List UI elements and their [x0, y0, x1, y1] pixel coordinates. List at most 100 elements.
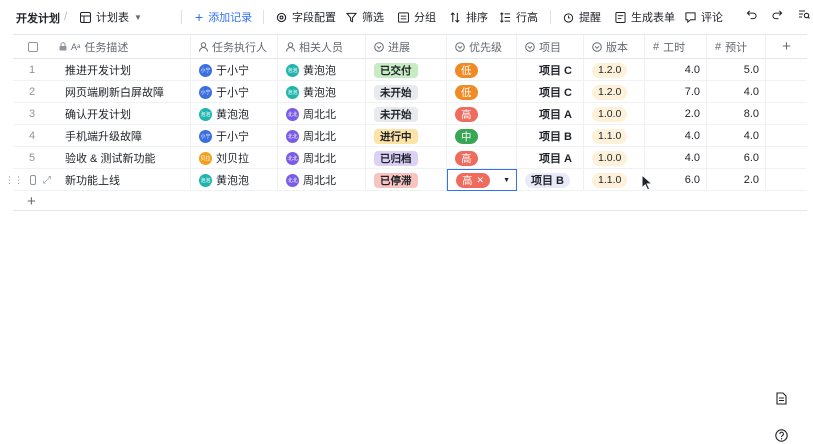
add-record-button[interactable]: + 添加记录 — [195, 9, 252, 25]
owner-cell[interactable]: 泡泡 黄泡泡 — [191, 169, 278, 191]
owner-cell[interactable]: 贝拉 刘贝拉 — [191, 147, 278, 169]
table-row[interactable]: 5 验收 & 测试新功能 贝拉 刘贝拉 北北 周北北 已归档 高 项目 A 1.… — [13, 147, 807, 169]
select-all-checkbox[interactable] — [13, 35, 53, 59]
progress-cell[interactable]: 已交付 — [366, 59, 447, 81]
column-header-owner[interactable]: 任务执行人 — [191, 35, 278, 59]
estimate-value: 6.0 — [743, 152, 759, 164]
progress-cell[interactable]: 进行中 — [366, 125, 447, 147]
reminder-label: 提醒 — [579, 12, 601, 24]
column-header-estimate[interactable]: # 预计 — [707, 35, 766, 59]
progress-cell[interactable]: 已归档 — [366, 147, 447, 169]
estimate-cell[interactable]: 5.0 — [707, 59, 766, 81]
task-cell[interactable]: 验收 & 测试新功能 — [51, 147, 191, 169]
search-button[interactable] — [798, 9, 810, 20]
owner-cell[interactable]: 小宁 于小宁 — [191, 59, 278, 81]
version-cell[interactable]: 1.0.0 — [584, 103, 645, 125]
version-cell[interactable]: 1.2.0 — [584, 81, 645, 103]
filter-button[interactable]: 筛选 — [346, 9, 384, 25]
hours-cell[interactable]: 7.0 — [645, 81, 707, 103]
row-height-button[interactable]: 行高 — [500, 9, 538, 25]
column-header-version[interactable]: 版本 — [584, 35, 645, 59]
undo-button[interactable] — [746, 9, 757, 20]
generate-form-button[interactable]: 生成表单 — [615, 9, 675, 25]
estimate-cell[interactable]: 4.0 — [707, 81, 766, 103]
priority-cell[interactable]: 低 — [447, 81, 517, 103]
hours-cell[interactable]: 4.0 — [645, 147, 707, 169]
row-number: 1 — [28, 64, 36, 76]
estimate-cell[interactable]: 6.0 — [707, 147, 766, 169]
reminder-button[interactable]: 提醒 — [563, 9, 601, 25]
hours-cell[interactable]: 4.0 — [645, 125, 707, 147]
help-button[interactable] — [775, 429, 788, 442]
priority-cell[interactable]: 高 ✕ ▼ — [447, 169, 517, 191]
table-row[interactable]: 1 推进开发计划 小宁 于小宁 泡泡 黄泡泡 已交付 低 项目 C 1.2.0 … — [13, 59, 807, 81]
add-row-button[interactable]: + — [27, 193, 36, 210]
project-cell[interactable]: 项目 B — [517, 169, 584, 191]
project-cell[interactable]: 项目 C — [517, 81, 584, 103]
sort-button[interactable]: 排序 — [450, 9, 488, 25]
chevron-down-icon[interactable]: ▼ — [503, 177, 510, 184]
estimate-cell[interactable]: 2.0 — [707, 169, 766, 191]
project-cell[interactable]: 项目 C — [517, 59, 584, 81]
table-row[interactable]: ⋮⋮ ⤢ 新功能上线 泡泡 黄泡泡 北北 周北北 已停滞 高 ✕ ▼ 项目 B … — [5, 169, 807, 191]
hours-cell[interactable]: 2.0 — [645, 103, 707, 125]
progress-cell[interactable]: 未开始 — [366, 81, 447, 103]
column-header-priority[interactable]: 优先级 — [447, 35, 517, 59]
view-selector[interactable]: 计划表 ▼ — [80, 9, 142, 25]
project-cell[interactable]: 项目 A — [517, 103, 584, 125]
task-cell[interactable]: 新功能上线 — [51, 169, 191, 191]
related-cell[interactable]: 北北 周北北 — [278, 169, 366, 191]
row-controls[interactable]: ⋮⋮ ⤢ — [5, 169, 51, 191]
related-cell[interactable]: 北北 周北北 — [278, 103, 366, 125]
estimate-value: 2.0 — [743, 174, 759, 186]
progress-cell[interactable]: 已停滞 — [366, 169, 447, 191]
column-header-task[interactable]: Aᵃ 任务描述 — [51, 35, 191, 59]
related-cell[interactable]: 泡泡 黄泡泡 — [278, 59, 366, 81]
column-header-related[interactable]: 相关人员 — [278, 35, 366, 59]
group-button[interactable]: 分组 — [398, 9, 436, 25]
doc-title[interactable]: 开发计划 — [16, 10, 60, 26]
add-column-button[interactable]: + — [766, 35, 807, 59]
task-cell[interactable]: 推进开发计划 — [51, 59, 191, 81]
owner-cell[interactable]: 小宁 于小宁 — [191, 125, 278, 147]
estimate-cell[interactable]: 8.0 — [707, 103, 766, 125]
estimate-cell[interactable]: 4.0 — [707, 125, 766, 147]
drag-handle-icon[interactable]: ⋮⋮ — [5, 175, 23, 186]
column-label: 版本 — [606, 41, 628, 54]
hours-cell[interactable]: 4.0 — [645, 59, 707, 81]
table-row[interactable]: 4 手机端升级故障 小宁 于小宁 北北 周北北 进行中 中 项目 B 1.1.0 — [13, 125, 807, 147]
table-row[interactable]: 3 确认开发计划 泡泡 黄泡泡 北北 周北北 未开始 高 项目 A 1.0.0 … — [13, 103, 807, 125]
task-cell[interactable]: 手机端升级故障 — [51, 125, 191, 147]
task-cell[interactable]: 网页端刷新白屏故障 — [51, 81, 191, 103]
version-cell[interactable]: 1.1.0 — [584, 169, 645, 191]
form-icon — [615, 11, 626, 23]
document-button[interactable] — [776, 392, 787, 405]
comment-button[interactable]: 评论 — [685, 9, 723, 25]
owner-cell[interactable]: 小宁 于小宁 — [191, 81, 278, 103]
version-cell[interactable]: 1.0.0 — [584, 147, 645, 169]
table-row[interactable]: 2 网页端刷新白屏故障 小宁 于小宁 泡泡 黄泡泡 未开始 低 项目 C 1.2… — [13, 81, 807, 103]
project-cell[interactable]: 项目 A — [517, 147, 584, 169]
column-header-hours[interactable]: # 工时 — [645, 35, 707, 59]
field-config-button[interactable]: 字段配置 — [276, 9, 336, 25]
related-cell[interactable]: 北北 周北北 — [278, 147, 366, 169]
task-cell[interactable]: 确认开发计划 — [51, 103, 191, 125]
remove-icon[interactable]: ✕ — [477, 175, 485, 186]
redo-button[interactable] — [772, 9, 783, 20]
related-cell[interactable]: 北北 周北北 — [278, 125, 366, 147]
project-cell[interactable]: 项目 B — [517, 125, 584, 147]
priority-cell[interactable]: 低 — [447, 59, 517, 81]
priority-cell[interactable]: 高 — [447, 103, 517, 125]
progress-cell[interactable]: 未开始 — [366, 103, 447, 125]
related-cell[interactable]: 泡泡 黄泡泡 — [278, 81, 366, 103]
column-header-project[interactable]: 项目 — [517, 35, 584, 59]
hours-cell[interactable]: 6.0 — [645, 169, 707, 191]
priority-cell[interactable]: 中 — [447, 125, 517, 147]
version-cell[interactable]: 1.1.0 — [584, 125, 645, 147]
version-cell[interactable]: 1.2.0 — [584, 59, 645, 81]
owner-cell[interactable]: 泡泡 黄泡泡 — [191, 103, 278, 125]
priority-cell[interactable]: 高 — [447, 147, 517, 169]
expand-icon[interactable]: ⤢ — [43, 175, 51, 186]
column-header-progress[interactable]: 进展 — [366, 35, 447, 59]
row-checkbox[interactable] — [30, 175, 36, 185]
